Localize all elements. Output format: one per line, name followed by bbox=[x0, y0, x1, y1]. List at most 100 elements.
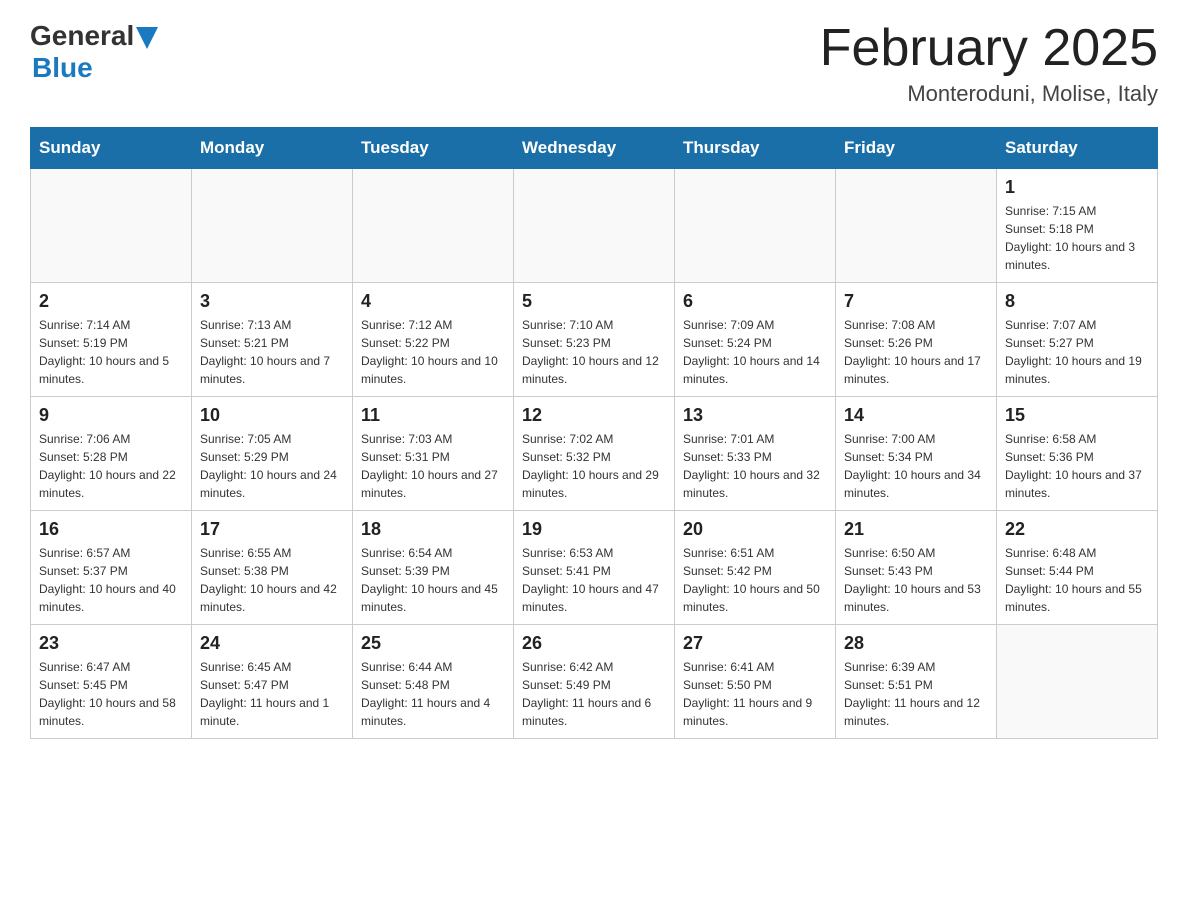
day-info: Sunrise: 7:14 AM Sunset: 5:19 PM Dayligh… bbox=[39, 316, 183, 388]
day-info: Sunrise: 7:13 AM Sunset: 5:21 PM Dayligh… bbox=[200, 316, 344, 388]
day-number: 12 bbox=[522, 405, 666, 426]
weekday-header-tuesday: Tuesday bbox=[353, 128, 514, 169]
calendar-cell: 2 Sunrise: 7:14 AM Sunset: 5:19 PM Daylig… bbox=[31, 283, 192, 397]
day-number: 19 bbox=[522, 519, 666, 540]
day-number: 23 bbox=[39, 633, 183, 654]
logo-blue-text: Blue bbox=[32, 52, 93, 83]
day-number: 2 bbox=[39, 291, 183, 312]
day-number: 8 bbox=[1005, 291, 1149, 312]
day-number: 17 bbox=[200, 519, 344, 540]
day-info: Sunrise: 6:44 AM Sunset: 5:48 PM Dayligh… bbox=[361, 658, 505, 730]
calendar-cell: 12 Sunrise: 7:02 AM Sunset: 5:32 PM Dayli… bbox=[514, 397, 675, 511]
day-number: 16 bbox=[39, 519, 183, 540]
day-info: Sunrise: 7:01 AM Sunset: 5:33 PM Dayligh… bbox=[683, 430, 827, 502]
weekday-header-wednesday: Wednesday bbox=[514, 128, 675, 169]
calendar-week-row: 23Sunrise: 6:47 AM Sunset: 5:45 PM Dayli… bbox=[31, 625, 1158, 739]
weekday-header-sunday: Sunday bbox=[31, 128, 192, 169]
day-number: 24 bbox=[200, 633, 344, 654]
day-info: Sunrise: 6:58 AM Sunset: 5:36 PM Dayligh… bbox=[1005, 430, 1149, 502]
calendar-week-row: 2 Sunrise: 7:14 AM Sunset: 5:19 PM Daylig… bbox=[31, 283, 1158, 397]
calendar-cell: 28 Sunrise: 6:39 AM Sunset: 5:51 PM Dayli… bbox=[836, 625, 997, 739]
day-info: Sunrise: 6:45 AM Sunset: 5:47 PM Dayligh… bbox=[200, 658, 344, 730]
calendar-cell: 17 Sunrise: 6:55 AM Sunset: 5:38 PM Dayli… bbox=[192, 511, 353, 625]
day-info: Sunrise: 6:42 AM Sunset: 5:49 PM Dayligh… bbox=[522, 658, 666, 730]
title-section: February 2025 Monteroduni, Molise, Italy bbox=[820, 20, 1158, 107]
day-number: 5 bbox=[522, 291, 666, 312]
page-header: General Blue February 2025 Monteroduni, … bbox=[30, 20, 1158, 107]
day-info: Sunrise: 7:12 AM Sunset: 5:22 PM Dayligh… bbox=[361, 316, 505, 388]
calendar-cell: 7 Sunrise: 7:08 AM Sunset: 5:26 PM Daylig… bbox=[836, 283, 997, 397]
calendar-week-row: 1 Sunrise: 7:15 AM Sunset: 5:18 PM Daylig… bbox=[31, 169, 1158, 283]
day-number: 15 bbox=[1005, 405, 1149, 426]
day-info: Sunrise: 6:48 AM Sunset: 5:44 PM Dayligh… bbox=[1005, 544, 1149, 616]
calendar-table: SundayMondayTuesdayWednesdayThursdayFrid… bbox=[30, 127, 1158, 739]
day-number: 7 bbox=[844, 291, 988, 312]
weekday-header-monday: Monday bbox=[192, 128, 353, 169]
day-number: 13 bbox=[683, 405, 827, 426]
day-number: 14 bbox=[844, 405, 988, 426]
calendar-cell: 10Sunrise: 7:05 AM Sunset: 5:29 PM Dayli… bbox=[192, 397, 353, 511]
day-info: Sunrise: 6:54 AM Sunset: 5:39 PM Dayligh… bbox=[361, 544, 505, 616]
day-info: Sunrise: 7:15 AM Sunset: 5:18 PM Dayligh… bbox=[1005, 202, 1149, 274]
day-number: 25 bbox=[361, 633, 505, 654]
calendar-cell: 20 Sunrise: 6:51 AM Sunset: 5:42 PM Dayli… bbox=[675, 511, 836, 625]
day-info: Sunrise: 6:57 AM Sunset: 5:37 PM Dayligh… bbox=[39, 544, 183, 616]
logo-general-text: General bbox=[30, 20, 134, 52]
day-number: 3 bbox=[200, 291, 344, 312]
calendar-cell bbox=[675, 169, 836, 283]
calendar-cell: 6Sunrise: 7:09 AM Sunset: 5:24 PM Daylig… bbox=[675, 283, 836, 397]
day-number: 21 bbox=[844, 519, 988, 540]
calendar-subtitle: Monteroduni, Molise, Italy bbox=[820, 81, 1158, 107]
calendar-cell bbox=[31, 169, 192, 283]
day-info: Sunrise: 6:51 AM Sunset: 5:42 PM Dayligh… bbox=[683, 544, 827, 616]
day-number: 26 bbox=[522, 633, 666, 654]
calendar-cell: 14 Sunrise: 7:00 AM Sunset: 5:34 PM Dayli… bbox=[836, 397, 997, 511]
calendar-cell: 21 Sunrise: 6:50 AM Sunset: 5:43 PM Dayli… bbox=[836, 511, 997, 625]
calendar-cell: 8 Sunrise: 7:07 AM Sunset: 5:27 PM Daylig… bbox=[997, 283, 1158, 397]
day-info: Sunrise: 6:53 AM Sunset: 5:41 PM Dayligh… bbox=[522, 544, 666, 616]
day-number: 1 bbox=[1005, 177, 1149, 198]
logo: General Blue bbox=[30, 20, 158, 84]
calendar-week-row: 16 Sunrise: 6:57 AM Sunset: 5:37 PM Dayli… bbox=[31, 511, 1158, 625]
day-number: 4 bbox=[361, 291, 505, 312]
day-number: 9 bbox=[39, 405, 183, 426]
calendar-cell: 4 Sunrise: 7:12 AM Sunset: 5:22 PM Daylig… bbox=[353, 283, 514, 397]
weekday-header-saturday: Saturday bbox=[997, 128, 1158, 169]
day-number: 28 bbox=[844, 633, 988, 654]
calendar-cell bbox=[353, 169, 514, 283]
calendar-cell: 26 Sunrise: 6:42 AM Sunset: 5:49 PM Dayli… bbox=[514, 625, 675, 739]
calendar-cell: 27 Sunrise: 6:41 AM Sunset: 5:50 PM Dayli… bbox=[675, 625, 836, 739]
day-info: Sunrise: 6:41 AM Sunset: 5:50 PM Dayligh… bbox=[683, 658, 827, 730]
day-number: 11 bbox=[361, 405, 505, 426]
calendar-cell bbox=[836, 169, 997, 283]
day-info: Sunrise: 7:05 AM Sunset: 5:29 PM Dayligh… bbox=[200, 430, 344, 502]
calendar-cell bbox=[514, 169, 675, 283]
day-info: Sunrise: 7:00 AM Sunset: 5:34 PM Dayligh… bbox=[844, 430, 988, 502]
day-number: 27 bbox=[683, 633, 827, 654]
calendar-cell: 11Sunrise: 7:03 AM Sunset: 5:31 PM Dayli… bbox=[353, 397, 514, 511]
day-info: Sunrise: 6:55 AM Sunset: 5:38 PM Dayligh… bbox=[200, 544, 344, 616]
day-info: Sunrise: 7:08 AM Sunset: 5:26 PM Dayligh… bbox=[844, 316, 988, 388]
calendar-cell bbox=[997, 625, 1158, 739]
weekday-header-thursday: Thursday bbox=[675, 128, 836, 169]
calendar-cell: 9Sunrise: 7:06 AM Sunset: 5:28 PM Daylig… bbox=[31, 397, 192, 511]
calendar-cell: 1 Sunrise: 7:15 AM Sunset: 5:18 PM Daylig… bbox=[997, 169, 1158, 283]
calendar-cell: 24 Sunrise: 6:45 AM Sunset: 5:47 PM Dayli… bbox=[192, 625, 353, 739]
day-info: Sunrise: 6:50 AM Sunset: 5:43 PM Dayligh… bbox=[844, 544, 988, 616]
calendar-cell: 3 Sunrise: 7:13 AM Sunset: 5:21 PM Daylig… bbox=[192, 283, 353, 397]
day-info: Sunrise: 6:39 AM Sunset: 5:51 PM Dayligh… bbox=[844, 658, 988, 730]
calendar-cell: 15 Sunrise: 6:58 AM Sunset: 5:36 PM Dayli… bbox=[997, 397, 1158, 511]
day-info: Sunrise: 7:02 AM Sunset: 5:32 PM Dayligh… bbox=[522, 430, 666, 502]
calendar-title: February 2025 bbox=[820, 20, 1158, 77]
calendar-cell: 18Sunrise: 6:54 AM Sunset: 5:39 PM Dayli… bbox=[353, 511, 514, 625]
calendar-cell: 13 Sunrise: 7:01 AM Sunset: 5:33 PM Dayli… bbox=[675, 397, 836, 511]
calendar-cell: 23Sunrise: 6:47 AM Sunset: 5:45 PM Dayli… bbox=[31, 625, 192, 739]
day-number: 20 bbox=[683, 519, 827, 540]
calendar-cell: 22 Sunrise: 6:48 AM Sunset: 5:44 PM Dayli… bbox=[997, 511, 1158, 625]
calendar-cell: 19 Sunrise: 6:53 AM Sunset: 5:41 PM Dayli… bbox=[514, 511, 675, 625]
day-info: Sunrise: 7:09 AM Sunset: 5:24 PM Dayligh… bbox=[683, 316, 827, 388]
logo-triangle-icon bbox=[136, 27, 158, 49]
day-number: 22 bbox=[1005, 519, 1149, 540]
day-info: Sunrise: 7:07 AM Sunset: 5:27 PM Dayligh… bbox=[1005, 316, 1149, 388]
weekday-header-friday: Friday bbox=[836, 128, 997, 169]
